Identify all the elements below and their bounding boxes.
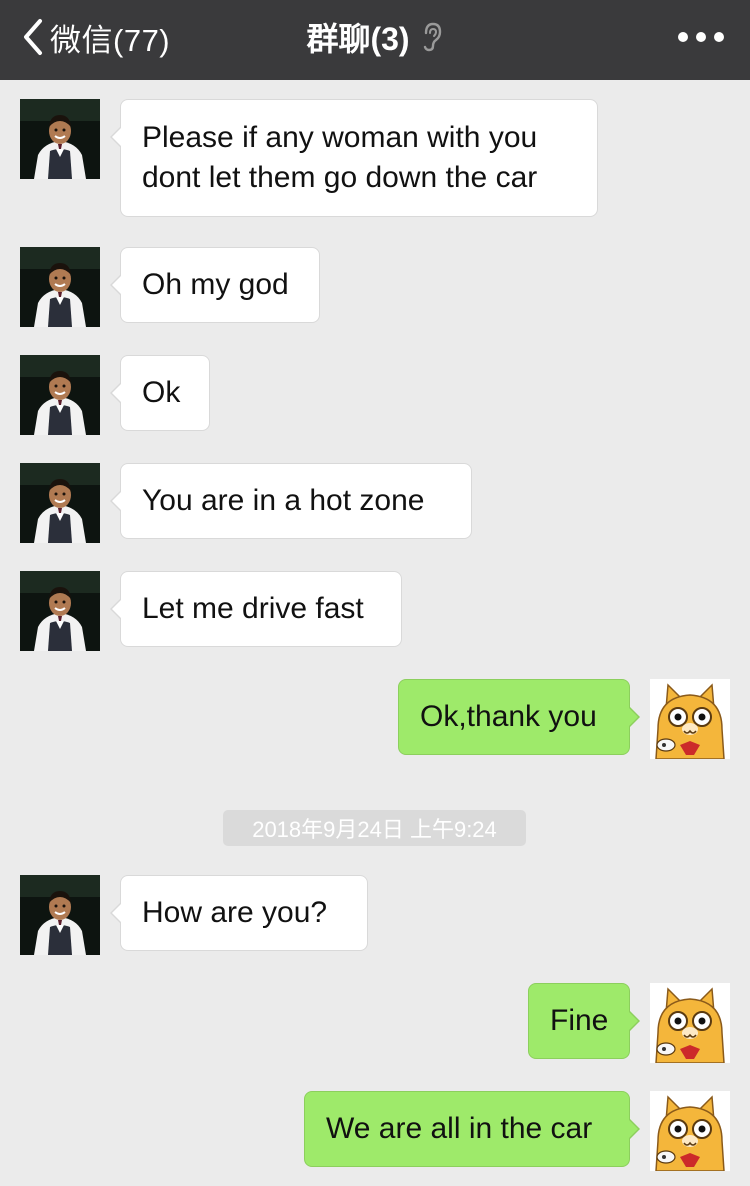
contact-photo <box>20 247 100 327</box>
more-dot <box>714 32 724 42</box>
timestamp-divider: 2018年9月24日 上午9:24 <box>223 810 526 846</box>
message-bubble-outgoing[interactable]: Ok,thank you <box>398 679 640 755</box>
contact-photo <box>20 463 100 543</box>
cat-sticker-avatar <box>650 1091 730 1171</box>
message-bubble-incoming[interactable]: Oh my god <box>110 247 320 323</box>
more-dots-icon[interactable] <box>678 26 724 48</box>
message-bubble-outgoing[interactable]: We are all in the car <box>304 1091 640 1167</box>
contact-photo <box>20 99 100 179</box>
cat-sticker-avatar <box>650 983 730 1063</box>
message-bubble-incoming[interactable]: Let me drive fast <box>110 571 402 647</box>
more-dot <box>696 32 706 42</box>
message-bubble-incoming[interactable]: Ok <box>110 355 210 431</box>
contact-avatar[interactable] <box>20 99 100 179</box>
message-bubble-incoming[interactable]: Please if any woman with you dont let th… <box>110 99 598 217</box>
cat-sticker-avatar <box>650 679 730 759</box>
contact-avatar[interactable] <box>20 463 100 543</box>
contact-avatar[interactable] <box>20 355 100 435</box>
my-avatar[interactable] <box>650 1091 730 1171</box>
contact-avatar[interactable] <box>20 875 100 955</box>
contact-avatar[interactable] <box>20 247 100 327</box>
chat-title-area: 群聊(3) <box>0 14 750 60</box>
chat-header: 微信(77) 群聊(3) <box>0 0 750 80</box>
message-bubble-incoming[interactable]: You are in a hot zone <box>110 463 472 539</box>
contact-photo <box>20 571 100 651</box>
my-avatar[interactable] <box>650 983 730 1063</box>
message-bubble-incoming[interactable]: How are you? <box>110 875 368 951</box>
contact-photo <box>20 875 100 955</box>
chat-title: 群聊(3) <box>306 21 410 57</box>
contact-photo <box>20 355 100 435</box>
message-bubble-outgoing[interactable]: Fine <box>528 983 640 1059</box>
contact-avatar[interactable] <box>20 571 100 651</box>
my-avatar[interactable] <box>650 679 730 759</box>
more-dot <box>678 32 688 42</box>
ear-icon <box>423 22 441 52</box>
